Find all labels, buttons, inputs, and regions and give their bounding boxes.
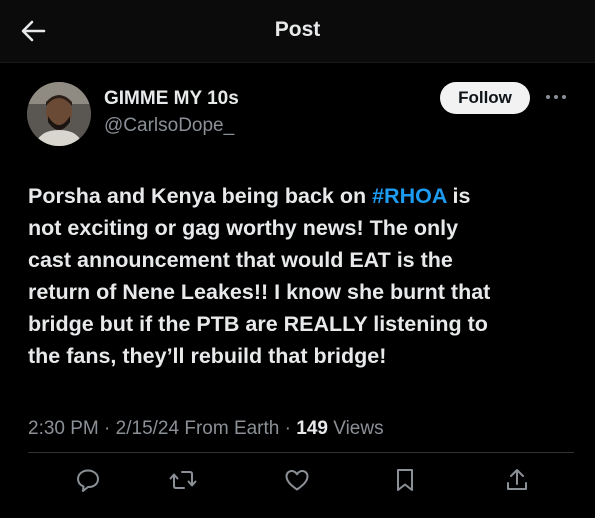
- meta-separator: ·: [279, 418, 297, 439]
- tweet-line: not exciting or gag worthy news! The onl…: [28, 216, 459, 240]
- more-button[interactable]: [543, 86, 569, 108]
- top-bar: Post: [0, 0, 595, 62]
- views-count: 149: [296, 418, 328, 439]
- tweet-text-segment: Porsha and Kenya being back on: [28, 184, 373, 208]
- tweet-source: From Earth: [179, 418, 280, 439]
- reply-icon[interactable]: [74, 466, 102, 494]
- tweet-date[interactable]: 2/15/24: [116, 418, 179, 439]
- share-icon[interactable]: [503, 466, 531, 494]
- header-divider: [0, 62, 595, 63]
- tweet-line: the fans, they’ll rebuild that bridge!: [28, 344, 387, 368]
- tweet-line: return of Nene Leakes!! I know she burnt…: [28, 280, 491, 304]
- bookmark-icon[interactable]: [391, 466, 419, 494]
- tweet-line: cast announcement that would EAT is the: [28, 248, 453, 272]
- views-label: Views: [327, 418, 384, 439]
- like-icon[interactable]: [283, 466, 311, 494]
- more-horizontal-icon: [545, 94, 567, 100]
- tweet-line: Porsha and Kenya being back on #RHOA is: [28, 180, 578, 212]
- tweet-line: bridge but if the PTB are REALLY listeni…: [28, 312, 488, 336]
- author-display-name[interactable]: GIMME MY 10s: [104, 88, 239, 110]
- tweet-meta: 2:30 PM · 2/15/24 From Earth · 149 Views: [28, 418, 384, 440]
- author-handle[interactable]: @CarlsoDope_: [104, 115, 234, 137]
- tweet-time[interactable]: 2:30 PM: [28, 418, 99, 439]
- avatar[interactable]: [27, 82, 91, 146]
- hashtag-link[interactable]: #RHOA: [372, 184, 446, 208]
- tweet-text-segment: is: [446, 184, 471, 208]
- tweet-text: Porsha and Kenya being back on #RHOA is …: [28, 180, 578, 372]
- actions-divider: [28, 452, 574, 453]
- meta-separator: ·: [98, 418, 116, 439]
- repost-icon[interactable]: [169, 466, 197, 494]
- page-title: Post: [274, 18, 321, 41]
- follow-button[interactable]: Follow: [440, 82, 530, 114]
